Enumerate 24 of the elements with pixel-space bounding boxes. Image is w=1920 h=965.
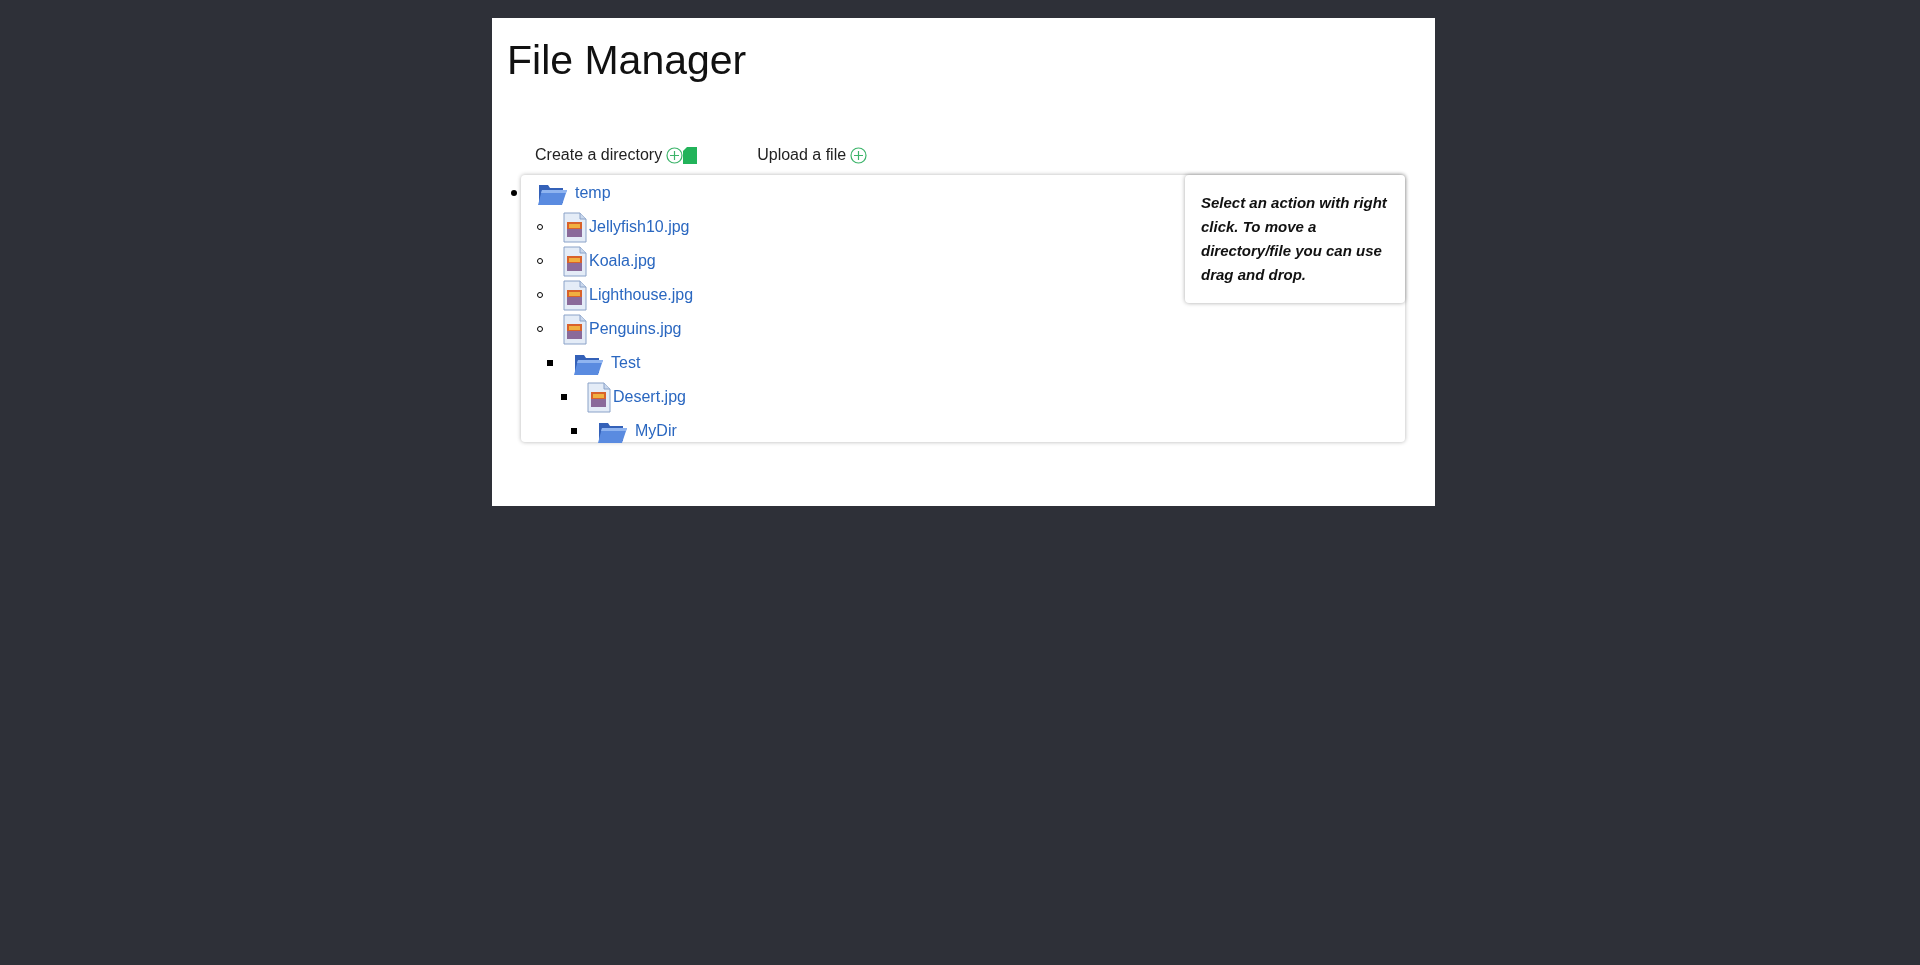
folder-link[interactable]: Test: [611, 351, 641, 375]
image-file-icon: [563, 211, 587, 243]
upload-file-button[interactable]: Upload a file: [757, 143, 868, 167]
bullet-icon: [547, 360, 553, 366]
folder-link[interactable]: temp: [575, 181, 611, 205]
bullet-icon: [561, 394, 567, 400]
plus-circle-icon: [850, 146, 868, 164]
image-file-icon: [563, 245, 587, 277]
file-link[interactable]: Lighthouse.jpg: [589, 283, 694, 307]
file-link[interactable]: Koala.jpg: [589, 249, 656, 273]
page-title: File Manager: [507, 40, 748, 81]
document-icon: [683, 146, 698, 164]
image-file-icon: [563, 313, 587, 345]
image-file-icon: [587, 381, 611, 413]
file-link[interactable]: Desert.jpg: [613, 385, 686, 409]
image-file-icon: [563, 279, 587, 311]
bullet-icon: [511, 190, 517, 196]
bullet-icon: [571, 428, 577, 434]
create-directory-button[interactable]: Create a directory: [535, 143, 698, 167]
file-link[interactable]: Penguins.jpg: [589, 317, 682, 341]
file-link[interactable]: Jellyfish10.jpg: [589, 215, 690, 239]
folder-link[interactable]: MyDir: [635, 419, 677, 443]
plus-circle-icon: [666, 146, 684, 164]
help-tooltip-text: Select an action with right click. To move a directory/file you can use drag and drop.: [1201, 193, 1389, 285]
